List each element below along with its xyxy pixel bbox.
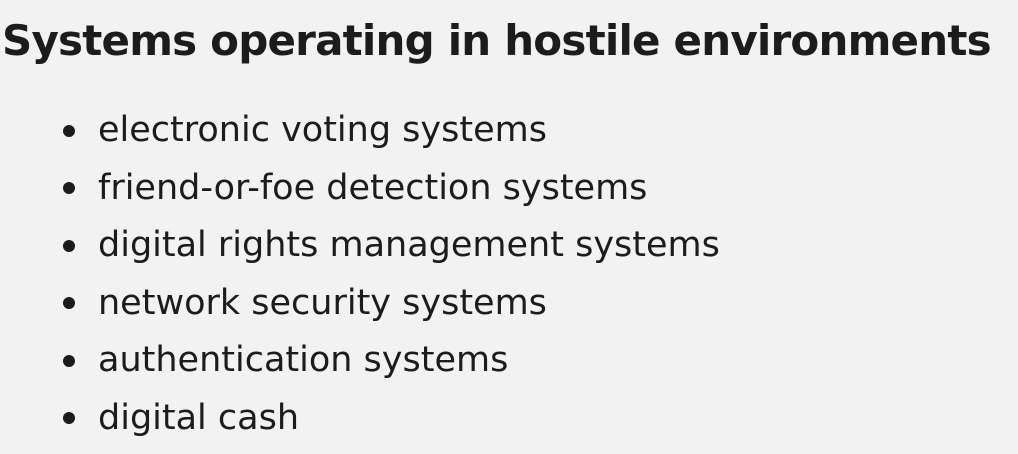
list-item-text: friend-or-foe detection systems bbox=[98, 167, 648, 208]
list-item: electronic voting systems bbox=[0, 102, 720, 160]
list-item-text: network security systems bbox=[98, 282, 547, 323]
slide-title: Systems operating in hostile environment… bbox=[2, 16, 992, 65]
list-item: network security systems bbox=[0, 275, 720, 333]
list-item-text: digital cash bbox=[98, 397, 300, 438]
list-item: digital cash bbox=[0, 390, 720, 448]
list-item-text: digital rights management systems bbox=[98, 225, 720, 265]
bullet-icon bbox=[63, 412, 75, 425]
bullet-icon bbox=[63, 124, 75, 137]
list-item: authentication systems bbox=[0, 332, 720, 390]
list-item-text: electronic voting systems bbox=[98, 110, 547, 150]
bullet-list: electronic voting systems friend-or-foe … bbox=[0, 102, 720, 447]
list-item-text: authentication systems bbox=[98, 340, 509, 380]
bullet-icon bbox=[63, 297, 75, 310]
list-item: friend-or-foe detection systems bbox=[0, 160, 720, 218]
bullet-icon bbox=[63, 239, 75, 252]
slide: Systems operating in hostile environment… bbox=[0, 0, 1018, 454]
bullet-icon bbox=[63, 354, 75, 367]
bullet-icon bbox=[63, 182, 75, 195]
list-item: digital rights management systems bbox=[0, 217, 720, 275]
